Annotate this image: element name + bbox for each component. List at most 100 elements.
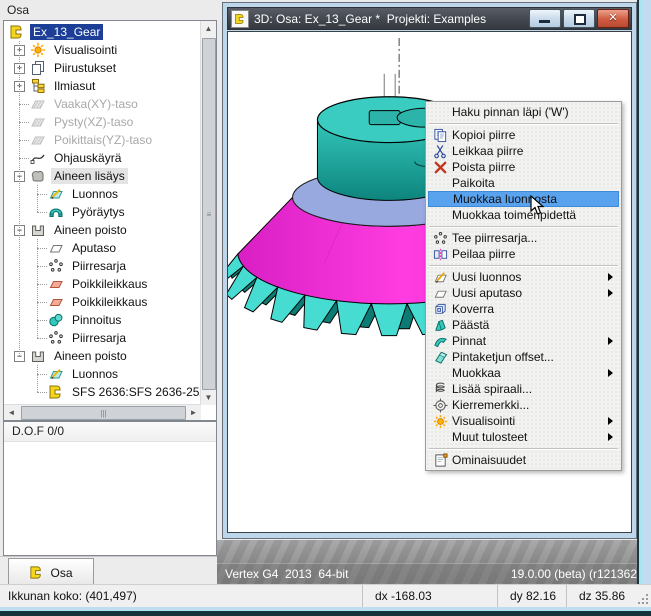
menu-item[interactable]: Haku pinnan läpi ('W') [428, 104, 619, 120]
window-frame-right [637, 0, 651, 584]
tree-item[interactable]: Poikittais(YZ)-taso [4, 131, 200, 149]
menu-item-label: Visualisointi [452, 414, 605, 428]
menu-item[interactable]: Kierremerkki... [428, 397, 619, 413]
properties-icon [428, 453, 452, 468]
menu-item[interactable]: Visualisointi [428, 413, 619, 429]
new-sketch-icon [428, 270, 452, 285]
tree-item[interactable]: Poikkileikkaus [4, 275, 200, 293]
brand-product-label: Vertex G4 2013 64-bit [217, 567, 511, 581]
tree-item-label: Poikkileikkaus [69, 276, 150, 292]
tree-item[interactable]: +Visualisointi [4, 41, 200, 59]
draft-icon [428, 318, 452, 333]
menu-item[interactable]: Uusi aputaso [428, 285, 619, 301]
dof-panel: D.O.F 0/0 [3, 421, 217, 556]
revolve-icon [48, 204, 64, 220]
window-titlebar[interactable]: 3D: Osa: Ex_13_Gear * Projekti: Examples… [227, 7, 632, 30]
tree-item[interactable]: Poikkileikkaus [4, 293, 200, 311]
menu-item[interactable]: Poista piirre [428, 159, 619, 175]
tree-vertical-scrollbar[interactable]: ▲ ≡ ▼ [200, 21, 216, 405]
plane-disabled-icon [30, 96, 46, 112]
tree-item[interactable]: −Aineen poisto [4, 221, 200, 239]
menu-item-label: Uusi luonnos [452, 270, 605, 284]
scroll-up-arrow[interactable]: ▲ [201, 21, 216, 36]
vertex-brand-bar: Vertex G4 2013 64-bit 19.0.00 (beta) (r1… [217, 540, 651, 584]
tree-connector [37, 374, 47, 375]
tree-connector [37, 392, 47, 393]
window-frame-bottom [0, 607, 651, 616]
tree-item[interactable]: −Aineen poisto [4, 347, 200, 365]
tree-item-label: Poikittais(YZ)-taso [51, 132, 155, 148]
menu-item[interactable]: Paikoita [428, 175, 619, 191]
tree-item[interactable]: Piirresarja [4, 329, 200, 347]
menu-item-label: Pintaketjun offset... [452, 350, 605, 364]
tree-item[interactable]: Pinnoitus [4, 311, 200, 329]
menu-item[interactable]: Kopioi piirre [428, 127, 619, 143]
tree-item[interactable]: Pysty(XZ)-taso [4, 113, 200, 131]
menu-item[interactable]: Pintaketjun offset... [428, 349, 619, 365]
spiral-icon [428, 382, 452, 397]
menu-item[interactable]: Muokkaa [428, 365, 619, 381]
menu-item[interactable]: Tee piirresarja... [428, 230, 619, 246]
tree-connector [37, 320, 47, 321]
tree-item[interactable]: Luonnos [4, 185, 200, 203]
part-icon [9, 24, 25, 40]
tree-item[interactable]: Aputaso [4, 239, 200, 257]
horizontal-scroll-thumb[interactable]: ||| [21, 406, 186, 420]
resize-grip[interactable] [634, 585, 651, 607]
minimize-button[interactable] [529, 9, 561, 28]
scroll-right-arrow[interactable]: ► [186, 405, 201, 420]
tree-item[interactable]: +Piirustukset [4, 59, 200, 77]
menu-item[interactable]: Leikkaa piirre [428, 143, 619, 159]
surfaces-icon [428, 334, 452, 349]
tree-item[interactable]: Ex_13_Gear [4, 23, 200, 41]
panel-tab-row: Osa [0, 556, 218, 585]
menu-item-label: Peilaa piirre [452, 247, 605, 261]
menu-item-label: Haku pinnan läpi ('W') [452, 105, 605, 119]
tree-item-label: Aineen poisto [51, 348, 130, 364]
tree-connector [19, 158, 29, 159]
hollow-icon [428, 302, 452, 317]
tree-guide [37, 365, 38, 392]
scroll-down-arrow[interactable]: ▼ [201, 390, 216, 405]
tree-item[interactable]: Ohjauskäyrä [4, 149, 200, 167]
tree-connector [37, 212, 47, 213]
tree-item-label: Aineen poisto [51, 222, 130, 238]
tree-item[interactable]: Pyöräytys [4, 203, 200, 221]
menu-item[interactable]: Koverra [428, 301, 619, 317]
plane-disabled-icon [30, 114, 46, 130]
menu-item[interactable]: Pinnat [428, 333, 619, 349]
tree-connector [19, 122, 29, 123]
menu-item[interactable]: Peilaa piirre [428, 246, 619, 262]
drawings-icon [30, 60, 46, 76]
menu-item[interactable]: Ominaisuudet [428, 452, 619, 468]
tree-item[interactable]: SFS 2636:SFS 2636-25x14 [4, 383, 200, 401]
menu-item[interactable]: Lisää spiraali... [428, 381, 619, 397]
menu-item[interactable]: Muut tulosteet [428, 429, 619, 445]
close-icon: ✕ [598, 10, 628, 27]
close-button[interactable]: ✕ [597, 9, 629, 28]
status-bar: Ikkunan koko: (401,497) dx -168.03 dy 82… [0, 584, 651, 607]
tree-item[interactable]: −Aineen lisäys [4, 167, 200, 185]
menu-item[interactable]: Muokkaa toimenpidettä [428, 207, 619, 223]
menu-item[interactable]: Uusi luonnos [428, 269, 619, 285]
tree-item-label: Piirresarja [69, 258, 129, 274]
menu-item-label: Muokkaa luonnosta [453, 192, 604, 206]
menu-item[interactable]: Muokkaa luonnosta [428, 191, 619, 207]
feature-series-icon [48, 330, 64, 346]
minimize-icon [539, 20, 550, 23]
tree-horizontal-scrollbar[interactable]: ◄ ||| ► [4, 404, 201, 420]
tab-osa[interactable]: Osa [8, 558, 94, 586]
tree-item[interactable]: Vaaka(XY)-taso [4, 95, 200, 113]
tree-item[interactable]: +Ilmiasut [4, 77, 200, 95]
tree-item[interactable]: Luonnos [4, 365, 200, 383]
part-icon [48, 384, 64, 400]
tree-connector [19, 140, 29, 141]
menu-item[interactable]: Päästä [428, 317, 619, 333]
tree-item[interactable]: Piirresarja [4, 257, 200, 275]
vertical-scroll-thumb[interactable]: ≡ [202, 38, 216, 390]
restore-button[interactable] [563, 9, 595, 28]
tree-guide [19, 41, 20, 356]
panel-title: Osa [7, 2, 29, 18]
scroll-left-arrow[interactable]: ◄ [4, 405, 19, 420]
cut-icon [428, 144, 452, 159]
